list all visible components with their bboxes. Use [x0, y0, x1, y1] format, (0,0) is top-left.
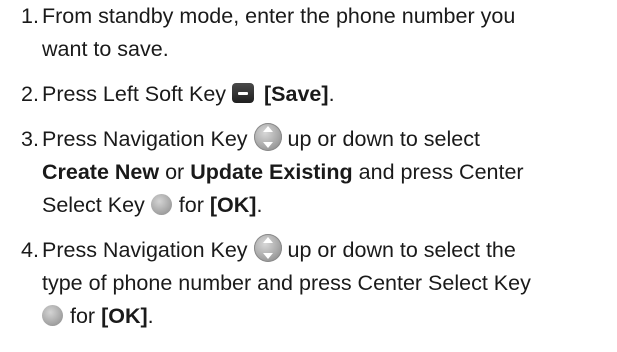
- step-text: for: [70, 304, 96, 328]
- step-text: or: [165, 160, 185, 184]
- step-text: Press Navigation Key: [42, 238, 248, 262]
- left-soft-key-icon: [232, 83, 255, 104]
- save-label: [Save]: [264, 82, 329, 106]
- step-number: 2.: [21, 82, 39, 106]
- arrow-up-icon: [262, 237, 273, 244]
- step-4: 4. Press Navigation Key up or down to sel…: [21, 234, 611, 333]
- step-text: up or down to select the: [287, 238, 516, 262]
- ok-label: [OK]: [209, 193, 257, 217]
- step-text: for: [178, 193, 204, 217]
- punctuation: .: [256, 193, 263, 217]
- option-update-existing: Update Existing: [190, 160, 353, 184]
- step-text: Press Navigation Key: [42, 127, 248, 151]
- step-3: 3. Press Navigation Key up or down to sel…: [21, 123, 611, 222]
- step-2: 2. Press Left Soft Key [Save].: [21, 78, 611, 111]
- arrow-up-icon: [262, 126, 273, 133]
- arrow-down-icon: [262, 142, 273, 149]
- step-number: 4.: [21, 238, 39, 262]
- arrow-down-icon: [262, 253, 273, 260]
- ok-label: [OK]: [101, 304, 148, 328]
- punctuation: .: [147, 304, 154, 328]
- navigation-key-icon: [253, 123, 282, 152]
- step-text: want to save.: [42, 37, 169, 61]
- step-number: 3.: [21, 127, 39, 151]
- step-text: up or down to select: [287, 127, 480, 151]
- step-number: 1.: [21, 4, 39, 28]
- center-select-key-icon: [150, 193, 172, 215]
- step-text: and press Center: [358, 160, 524, 184]
- step-text: type of phone number and press Center Se…: [42, 271, 531, 295]
- step-text: From standby mode, enter the phone numbe…: [42, 4, 516, 28]
- option-create-new: Create New: [42, 160, 160, 184]
- navigation-key-icon: [253, 234, 282, 263]
- step-text: Press Left Soft Key: [42, 82, 227, 106]
- punctuation: .: [328, 82, 335, 106]
- instruction-steps: 1. From standby mode, enter the phone nu…: [21, 0, 611, 346]
- step-text: Select Key: [42, 193, 145, 217]
- center-select-key-icon: [42, 304, 63, 326]
- step-1: 1. From standby mode, enter the phone nu…: [21, 0, 611, 66]
